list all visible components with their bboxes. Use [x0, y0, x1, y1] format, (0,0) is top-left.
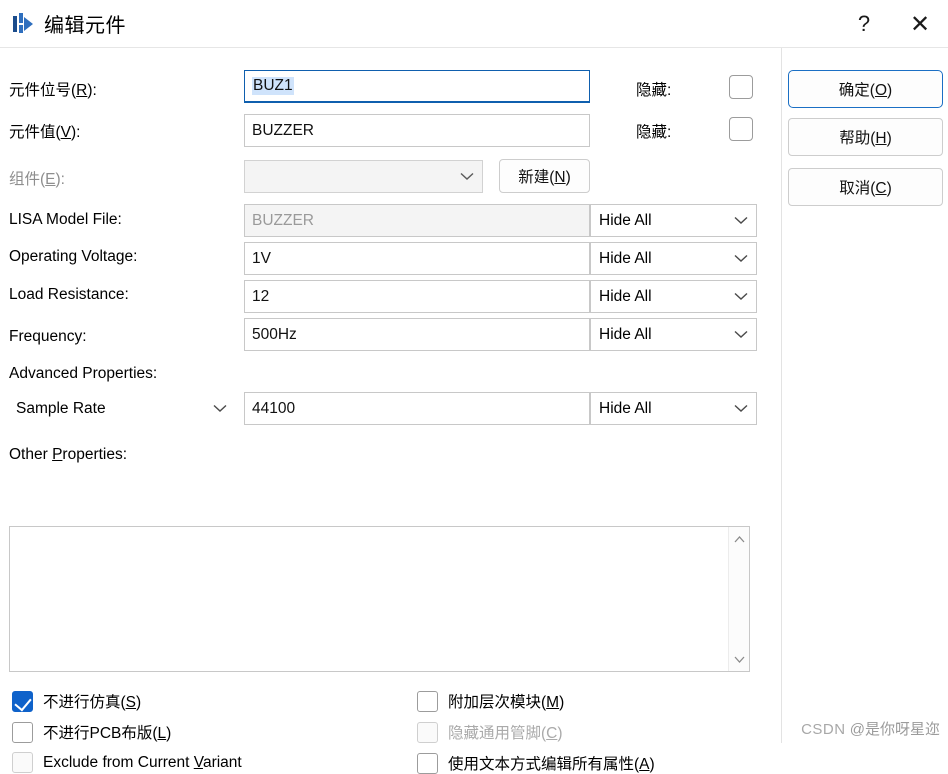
- scroll-down-icon[interactable]: [729, 649, 750, 669]
- help-button-label: 帮助(H): [839, 130, 892, 147]
- element-label: 组件(E):: [9, 171, 65, 188]
- reference-hidden-label: 隐藏:: [636, 82, 672, 99]
- hide-common-pins-label: 隐藏通用管脚(C): [448, 725, 563, 742]
- property-input-1[interactable]: 1V: [244, 242, 590, 275]
- advanced-property-visibility-value: Hide All: [599, 399, 652, 417]
- value-hidden-checkbox[interactable]: [729, 117, 753, 141]
- property-visibility-0[interactable]: Hide All: [590, 204, 757, 237]
- property-visibility-1[interactable]: Hide All: [590, 242, 757, 275]
- property-input-value-3: 500Hz: [252, 325, 297, 343]
- ok-button-label: 确定(O): [838, 82, 893, 99]
- property-visibility-3[interactable]: Hide All: [590, 318, 757, 351]
- advanced-property-selector-value: Sample Rate: [16, 399, 106, 417]
- checkbox-row-hide-common-pins[interactable]: 隐藏通用管脚(C): [417, 721, 563, 743]
- property-visibility-value-1: Hide All: [599, 249, 652, 267]
- chevron-down-icon: [211, 400, 229, 418]
- help-icon[interactable]: ?: [836, 0, 892, 48]
- exclude-from-simulation-checkbox[interactable]: [12, 690, 33, 712]
- property-input-0[interactable]: BUZZER: [244, 204, 590, 237]
- cancel-button[interactable]: 取消(C): [788, 168, 943, 206]
- advanced-property-selector[interactable]: Sample Rate: [8, 392, 235, 425]
- close-icon[interactable]: ✕: [892, 0, 948, 48]
- checkbox-row-edit-all-properties-as-text[interactable]: 使用文本方式编辑所有属性(A): [417, 752, 655, 774]
- advanced-property-input-value: 44100: [252, 399, 296, 417]
- checkbox-row-exclude-from-simulation[interactable]: 不进行仿真(S): [12, 690, 141, 712]
- other-properties-value: [10, 527, 749, 539]
- other-properties-scrollbar[interactable]: [728, 527, 749, 671]
- hide-common-pins-checkbox[interactable]: [417, 721, 438, 743]
- left-pane: 元件位号(R): BUZ1 隐藏: 元件值(V): BUZZER 隐藏: 组件(…: [0, 48, 768, 774]
- checkbox-row-attach-hierarchy-module[interactable]: 附加层次模块(M): [417, 690, 564, 712]
- reference-label: 元件位号(R):: [9, 82, 97, 99]
- new-element-button-label: 新建(N): [518, 169, 571, 186]
- window-title: 编辑元件: [44, 15, 126, 37]
- checkbox-row-exclude-from-pcb-layout[interactable]: 不进行PCB布版(L): [12, 721, 171, 743]
- new-element-button[interactable]: 新建(N): [499, 159, 590, 193]
- exclude-from-current-variant-checkbox[interactable]: [12, 752, 33, 773]
- property-label-1: Operating Voltage:: [9, 248, 138, 265]
- checkbox-row-exclude-from-current-variant[interactable]: Exclude from Current Variant: [12, 752, 242, 773]
- edit-all-properties-as-text-label: 使用文本方式编辑所有属性(A): [448, 756, 655, 773]
- chevron-down-icon: [458, 168, 476, 186]
- reference-hidden-checkbox[interactable]: [729, 75, 753, 99]
- attach-hierarchy-module-label: 附加层次模块(M): [448, 694, 565, 711]
- window-controls: ? ✕: [836, 0, 948, 48]
- schematic-component-icon: [12, 12, 34, 35]
- edit-all-properties-as-text-checkbox[interactable]: [417, 752, 438, 774]
- reference-input[interactable]: BUZ1: [244, 70, 590, 103]
- element-label-row: 组件(E):: [9, 167, 65, 189]
- action-button-pane: 确定(O) 帮助(H) 取消(C): [781, 48, 948, 743]
- property-visibility-value-2: Hide All: [599, 287, 652, 305]
- reference-label-row: 元件位号(R):: [9, 78, 97, 100]
- ok-button[interactable]: 确定(O): [788, 70, 943, 108]
- chevron-down-icon: [732, 400, 750, 418]
- value-hidden-label: 隐藏:: [636, 124, 672, 141]
- element-combobox[interactable]: [244, 160, 483, 193]
- exclude-from-pcb-layout-checkbox[interactable]: [12, 721, 33, 743]
- property-input-2[interactable]: 12: [244, 280, 590, 313]
- value-input[interactable]: BUZZER: [244, 114, 590, 147]
- exclude-from-simulation-label: 不进行仿真(S): [43, 694, 142, 711]
- property-label-3: Frequency:: [9, 328, 87, 345]
- property-input-value-0: BUZZER: [252, 211, 314, 229]
- property-input-3[interactable]: 500Hz: [244, 318, 590, 351]
- watermark-brand: CSDN: [801, 721, 846, 738]
- property-visibility-2[interactable]: Hide All: [590, 280, 757, 313]
- value-label: 元件值(V):: [9, 124, 81, 141]
- scroll-up-icon[interactable]: [729, 529, 750, 549]
- attach-hierarchy-module-checkbox[interactable]: [417, 690, 438, 712]
- property-visibility-value-0: Hide All: [599, 211, 652, 229]
- value-input-value: BUZZER: [252, 121, 314, 139]
- property-label-2: Load Resistance:: [9, 286, 129, 303]
- property-visibility-value-3: Hide All: [599, 325, 652, 343]
- chevron-down-icon: [732, 212, 750, 230]
- dialog-body: 元件位号(R): BUZ1 隐藏: 元件值(V): BUZZER 隐藏: 组件(…: [0, 48, 948, 774]
- property-input-value-1: 1V: [252, 249, 271, 267]
- chevron-down-icon: [732, 288, 750, 306]
- chevron-down-icon: [732, 326, 750, 344]
- advanced-property-input[interactable]: 44100: [244, 392, 590, 425]
- exclude-from-current-variant-label: Exclude from Current Variant: [43, 753, 242, 771]
- other-properties-textarea[interactable]: [9, 526, 750, 672]
- cancel-button-label: 取消(C): [839, 180, 892, 197]
- other-properties-label: Other Properties:: [9, 446, 128, 463]
- value-label-row: 元件值(V):: [9, 120, 80, 142]
- watermark-text: @是你呀星迩: [849, 721, 940, 738]
- chevron-down-icon: [732, 250, 750, 268]
- advanced-property-visibility[interactable]: Hide All: [590, 392, 757, 425]
- exclude-from-pcb-layout-label: 不进行PCB布版(L): [43, 725, 172, 742]
- property-label-0: LISA Model File:: [9, 211, 122, 228]
- reference-input-value: BUZ1: [252, 77, 294, 95]
- property-input-value-2: 12: [252, 287, 270, 305]
- watermark: CSDN @是你呀星迩: [801, 718, 940, 739]
- help-button[interactable]: 帮助(H): [788, 118, 943, 156]
- advanced-properties-label: Advanced Properties:: [9, 365, 158, 382]
- title-bar: 编辑元件 ? ✕: [0, 0, 948, 48]
